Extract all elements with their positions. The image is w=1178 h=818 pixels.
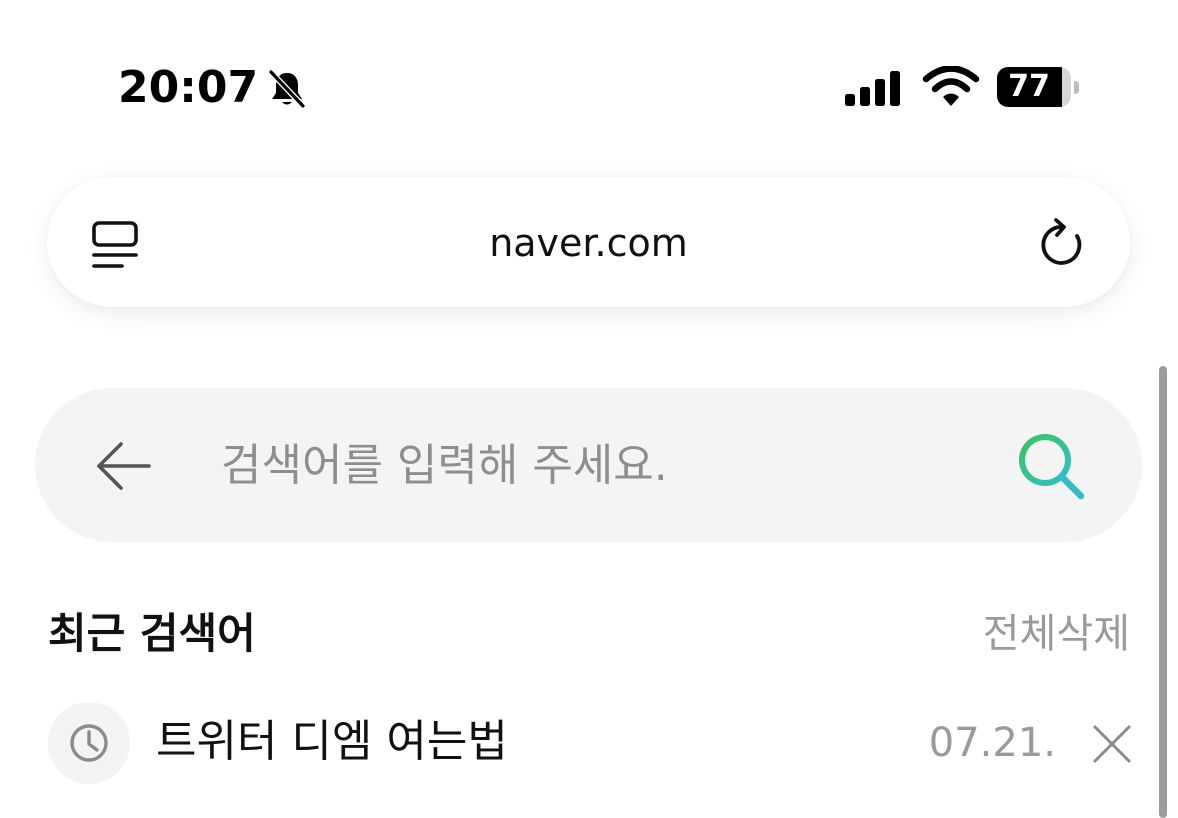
battery-body: 77 (997, 67, 1071, 107)
clear-all-button[interactable]: 전체삭제 (983, 608, 1130, 660)
recent-searches-title: 최근 검색어 (48, 609, 256, 658)
cellular-signal-icon (845, 71, 900, 106)
bell-slash-icon (268, 69, 306, 109)
history-icon-badge (48, 702, 130, 784)
url-text[interactable]: naver.com (47, 221, 1130, 265)
battery-level: 77 (1008, 69, 1050, 104)
search-box[interactable] (35, 388, 1142, 542)
history-date: 07.21. (928, 720, 1056, 766)
search-input[interactable] (221, 432, 981, 498)
status-bar: 20:07 77 (0, 0, 1178, 130)
reload-icon[interactable] (1035, 217, 1091, 273)
wifi-icon (922, 66, 980, 106)
list-item[interactable]: 트위터 디엠 여는법 07.21. (0, 700, 1178, 786)
clock-icon (70, 724, 108, 762)
arrow-left-icon[interactable] (93, 438, 153, 494)
battery-icon: 77 (997, 67, 1081, 107)
address-bar[interactable]: naver.com (47, 177, 1130, 307)
history-query[interactable]: 트위터 디엠 여는법 (156, 714, 508, 770)
close-icon[interactable] (1090, 722, 1134, 766)
scrollbar[interactable] (1159, 366, 1167, 818)
status-time: 20:07 (118, 62, 259, 113)
battery-tip (1074, 81, 1079, 94)
magnifier-icon[interactable] (1013, 428, 1089, 504)
